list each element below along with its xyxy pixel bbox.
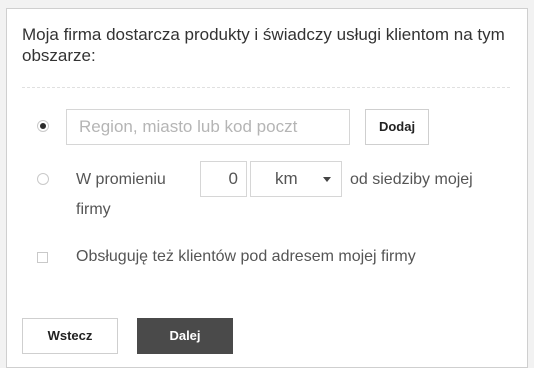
unit-select-value: km — [275, 169, 298, 188]
radius-prefix-label: W promieniu — [76, 171, 166, 188]
add-region-button[interactable]: Dodaj — [365, 109, 429, 145]
next-button[interactable]: Dalej — [137, 318, 233, 354]
back-button[interactable]: Wstecz — [22, 318, 118, 354]
region-search-input[interactable] — [66, 109, 350, 145]
section-divider — [22, 87, 510, 88]
region-radio[interactable] — [37, 120, 49, 132]
address-checkbox-label: Obsługuję też klientów pod adresem mojej… — [76, 248, 416, 265]
radius-value-input[interactable] — [200, 161, 247, 197]
radius-suffix-label: od siedziby mojej — [350, 171, 473, 188]
radius-radio[interactable] — [37, 173, 49, 185]
section-description: Moja firma dostarcza produkty i świadczy… — [22, 25, 505, 65]
chevron-down-icon — [323, 177, 331, 182]
radius-suffix-label-cont: firmy — [76, 201, 111, 218]
address-checkbox[interactable] — [37, 252, 48, 263]
unit-select[interactable]: km — [250, 161, 342, 197]
